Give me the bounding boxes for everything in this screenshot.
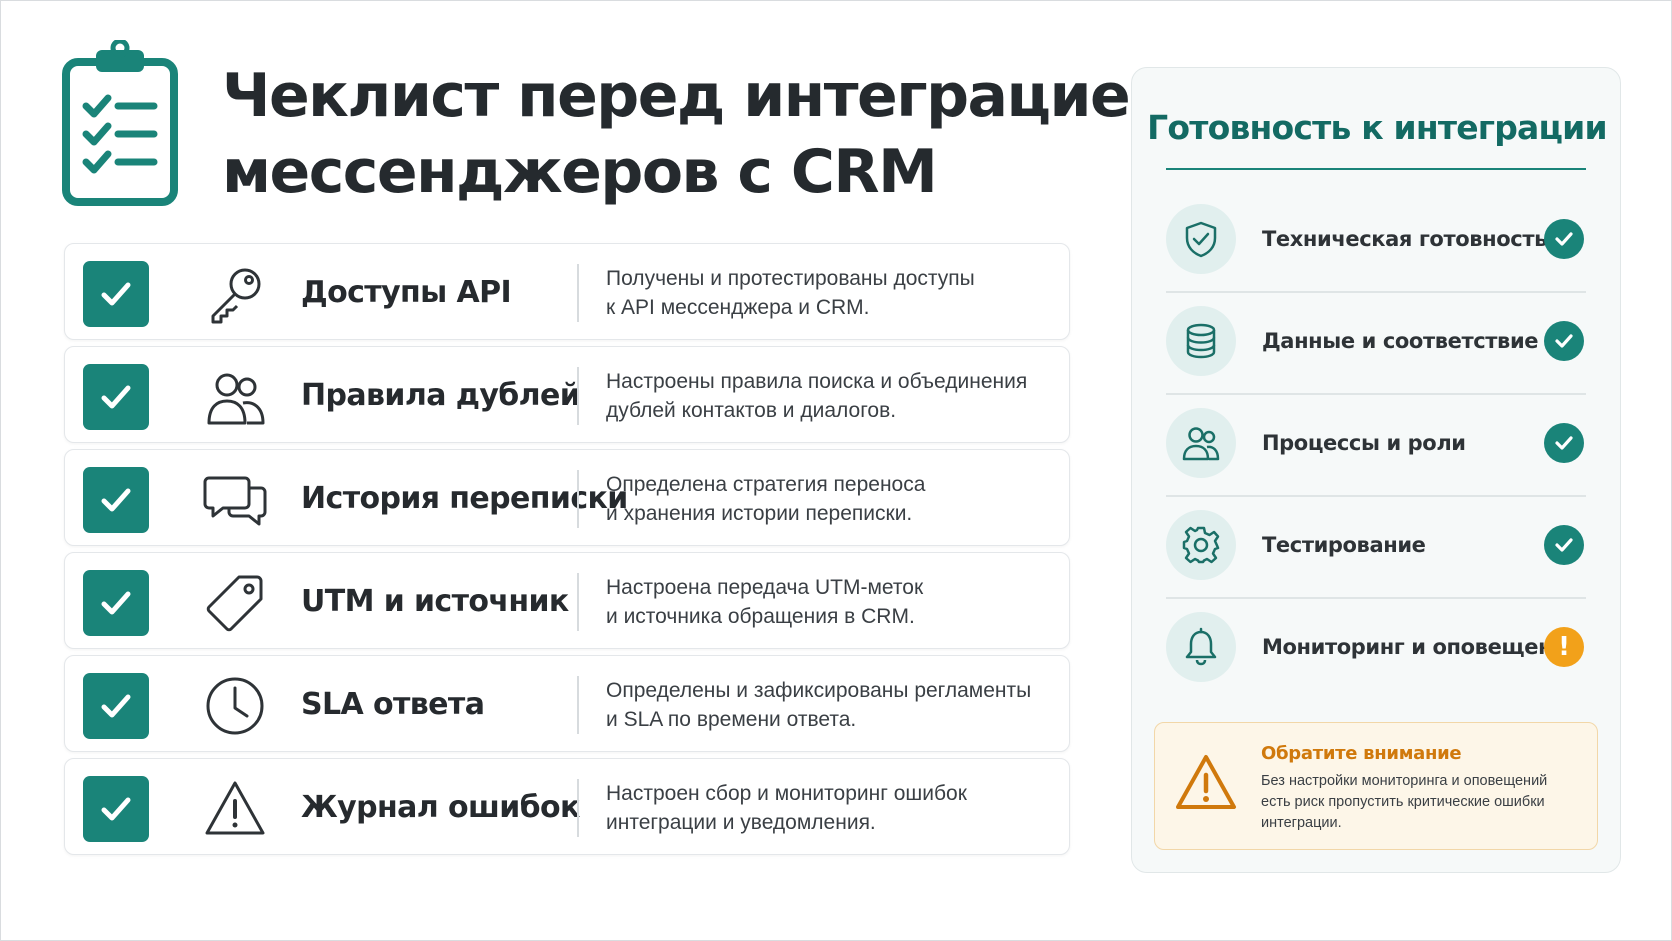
row-description-line1: Настроена передача UTM-меток xyxy=(606,575,924,599)
row-label: История переписки xyxy=(301,481,628,516)
row-label: Доступы API xyxy=(301,275,512,310)
checkbox-checked[interactable] xyxy=(83,467,149,533)
row-label: UTM и источник xyxy=(301,584,569,619)
users-icon xyxy=(1166,408,1236,478)
divider xyxy=(577,470,579,528)
bell-icon xyxy=(1166,612,1236,682)
divider xyxy=(577,573,579,631)
notice-text-line3: интеграции. xyxy=(1261,815,1342,831)
warning-triangle-icon xyxy=(205,781,265,835)
row-description-line1: Определены и зафиксированы регламенты xyxy=(606,678,1032,702)
row-label: Правила дублей xyxy=(301,378,581,413)
status-ok-badge xyxy=(1544,423,1584,463)
shield-check-icon xyxy=(1166,204,1236,274)
row-description-line2: и источника обращения в CRM. xyxy=(606,604,915,628)
row-description: Настроена передача UTM-меток и источника … xyxy=(606,553,1061,650)
readiness-item-monitoring: Мониторинг и оповещения ! xyxy=(1166,596,1586,698)
checklist-row-api-access: Доступы API Получены и протестированы до… xyxy=(64,243,1070,340)
panel-title-underline xyxy=(1166,168,1586,170)
notice-title: Обратите внимание xyxy=(1261,743,1462,764)
row-description: Получены и протестированы доступы к API м… xyxy=(606,244,1061,341)
row-description-line2: и хранения истории переписки. xyxy=(606,501,913,525)
row-description-line1: Определена стратегия переноса xyxy=(606,472,926,496)
checklist-row-error-log: Журнал ошибок Настроен сбор и мониторинг… xyxy=(64,758,1070,855)
chat-bubbles-icon xyxy=(203,476,267,526)
status-warning-badge: ! xyxy=(1544,627,1584,667)
readiness-panel: Готовность к интеграции Техническая гото… xyxy=(1131,67,1621,873)
tag-icon xyxy=(206,575,263,632)
row-label: SLA ответа xyxy=(301,687,485,722)
readiness-item-testing: Тестирование xyxy=(1166,494,1586,596)
notice-text-line2: есть риск пропустить критические ошибки xyxy=(1261,794,1545,810)
checkbox-checked[interactable] xyxy=(83,261,149,327)
checkmark-icon xyxy=(101,282,131,306)
row-description: Определены и зафиксированы регламенты и S… xyxy=(606,656,1061,753)
checkbox-checked[interactable] xyxy=(83,776,149,842)
checklist-row-duplicates: Правила дублей Настроены правила поиска … xyxy=(64,346,1070,443)
checkbox-checked[interactable] xyxy=(83,570,149,636)
readiness-item-data: Данные и соответствие xyxy=(1166,290,1586,392)
row-description-line2: дублей контактов и диалогов. xyxy=(606,398,897,422)
checklist-row-sla: SLA ответа Определены и зафиксированы ре… xyxy=(64,655,1070,752)
status-ok-badge xyxy=(1544,525,1584,565)
checkmark-icon xyxy=(1555,232,1573,246)
checklist-row-utm: UTM и источник Настроена передача UTM-ме… xyxy=(64,552,1070,649)
row-description-line1: Настроен сбор и мониторинг ошибок xyxy=(606,781,967,805)
clock-icon xyxy=(206,677,264,735)
page-title-line1: Чеклист перед интеграцией xyxy=(222,61,1171,131)
notice-text-line1: Без настройки мониторинга и оповещений xyxy=(1261,773,1548,789)
row-description-line2: интеграции и уведомления. xyxy=(606,810,876,834)
checkbox-checked[interactable] xyxy=(83,673,149,739)
checkmark-icon xyxy=(1555,334,1573,348)
database-icon xyxy=(1166,306,1236,376)
checkbox-checked[interactable] xyxy=(83,364,149,430)
warning-triangle-icon xyxy=(1176,755,1236,809)
users-icon xyxy=(207,373,265,425)
checkmark-icon xyxy=(101,797,131,821)
readiness-label: Техническая готовность xyxy=(1262,227,1547,251)
panel-title: Готовность к интеграции xyxy=(1147,108,1607,147)
row-description: Настроены правила поиска и объединения ду… xyxy=(606,347,1061,444)
checkmark-icon xyxy=(101,591,131,615)
row-label: Журнал ошибок xyxy=(301,790,580,825)
checkmark-icon xyxy=(101,488,131,512)
checklist-row-chat-history: История переписки Определена стратегия п… xyxy=(64,449,1070,546)
row-description-line1: Получены и протестированы доступы xyxy=(606,266,975,290)
divider xyxy=(577,367,579,425)
page-title-line2: мессенджеров с CRM xyxy=(222,137,938,207)
checkmark-icon xyxy=(101,694,131,718)
divider xyxy=(577,779,579,837)
row-description-line2: и SLA по времени ответа. xyxy=(606,707,857,731)
readiness-item-processes: Процессы и роли xyxy=(1166,392,1586,494)
notice-box: Обратите внимание Без настройки монитори… xyxy=(1154,722,1598,850)
row-description-line2: к API мессенджера и CRM. xyxy=(606,295,870,319)
divider xyxy=(577,264,579,322)
page-title: Чеклист перед интеграцией мессенджеров с… xyxy=(222,58,1171,210)
gear-icon xyxy=(1166,510,1236,580)
divider xyxy=(577,676,579,734)
status-ok-badge xyxy=(1544,219,1584,259)
readiness-label: Тестирование xyxy=(1262,533,1426,557)
readiness-label: Данные и соответствие xyxy=(1262,329,1539,353)
status-ok-badge xyxy=(1544,321,1584,361)
notice-text: Без настройки мониторинга и оповещений е… xyxy=(1261,771,1581,834)
key-icon xyxy=(211,268,261,324)
row-description: Определена стратегия переноса и хранения … xyxy=(606,450,1061,547)
checkmark-icon xyxy=(1555,436,1573,450)
checkmark-icon xyxy=(101,385,131,409)
checkmark-icon xyxy=(1555,538,1573,552)
readiness-label: Процессы и роли xyxy=(1262,431,1466,455)
row-description-line1: Настроены правила поиска и объединения xyxy=(606,369,1028,393)
readiness-label: Мониторинг и оповещения xyxy=(1262,635,1580,659)
row-description: Настроен сбор и мониторинг ошибок интегра… xyxy=(606,759,1061,856)
readiness-item-technical: Техническая готовность xyxy=(1166,188,1586,290)
clipboard-checklist-icon xyxy=(62,40,178,206)
